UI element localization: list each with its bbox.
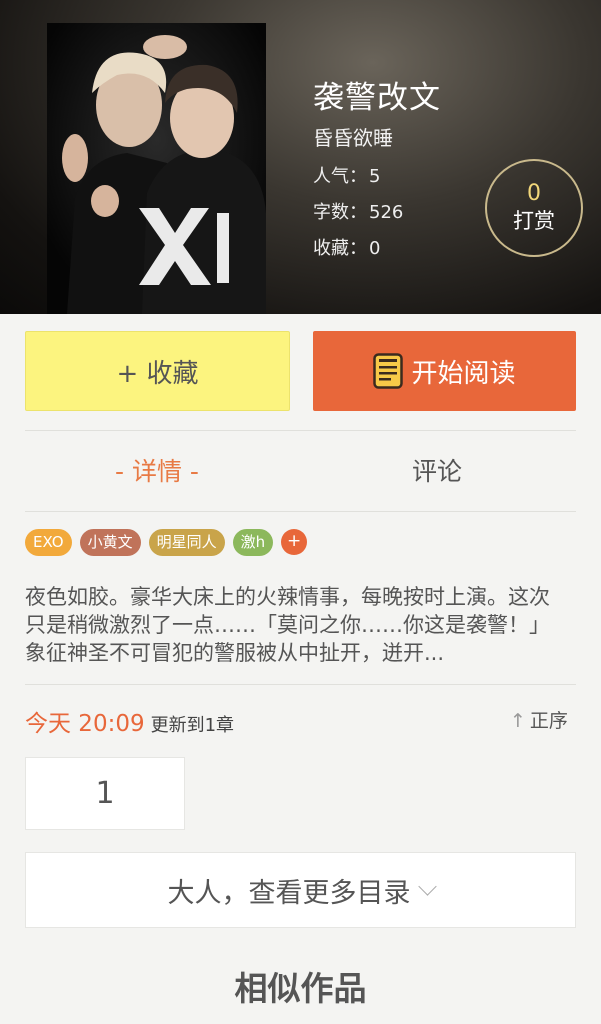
stat-favorites-value: 0 <box>369 238 381 259</box>
book-icon <box>373 353 404 389</box>
tag-mingxing-tongren[interactable]: 明星同人 <box>148 529 225 556</box>
tag-jih[interactable]: 激h <box>232 529 274 556</box>
book-header: 袭警改文 昏昏欲睡 人气： 5 字数： 526 收藏： 0 0 打赏 <box>0 0 601 314</box>
collect-button-label: + 收藏 <box>116 358 199 389</box>
chapter-item[interactable]: 1 <box>25 757 185 830</box>
start-reading-button[interactable]: 开始阅读 <box>313 331 576 411</box>
reward-label: 打赏 <box>513 209 555 233</box>
chevron-down-icon <box>417 876 437 896</box>
add-tag-button[interactable]: + <box>281 529 308 555</box>
divider <box>25 684 576 685</box>
chapter-number: 1 <box>95 776 115 811</box>
sort-order-button[interactable]: ↑ 正序 <box>510 706 568 733</box>
book-description[interactable]: 夜色如胶。豪华大床上的火辣情事，每晚按时上演。这次只是稍微激烈了一点……「莫问之… <box>25 583 565 667</box>
stat-word-count-label: 字数： <box>313 202 367 223</box>
update-info: 今天 20:09 更新到1章 <box>25 704 234 738</box>
stat-word-count-value: 526 <box>369 202 404 223</box>
tab-detail[interactable]: - 详情 - <box>115 452 199 488</box>
update-time: 今天 20:09 <box>25 711 145 737</box>
tab-comment[interactable]: 评论 <box>412 452 462 488</box>
similar-works-title: 相似作品 <box>234 969 367 1008</box>
more-catalog-button[interactable]: 大人，查看更多目录 <box>25 852 576 928</box>
book-author[interactable]: 昏昏欲睡 <box>313 122 393 151</box>
divider <box>25 430 576 431</box>
book-title: 袭警改文 <box>313 80 441 116</box>
tag-xiaohuangwen[interactable]: 小黄文 <box>79 529 141 556</box>
reward-button[interactable]: 0 打赏 <box>485 159 583 257</box>
tag-exo[interactable]: EXO <box>25 529 72 556</box>
stat-popularity: 人气： 5 <box>313 162 380 188</box>
tag-list: EXO 小黄文 明星同人 激h + <box>25 529 308 556</box>
stat-popularity-label: 人气： <box>313 166 367 187</box>
update-text: 更新到1章 <box>150 715 235 736</box>
stat-word-count: 字数： 526 <box>313 198 403 224</box>
collect-button[interactable]: + 收藏 <box>25 331 290 411</box>
stat-favorites-label: 收藏： <box>313 238 367 259</box>
divider <box>25 511 576 512</box>
arrow-up-icon: ↑ <box>510 710 526 732</box>
book-cover-image[interactable] <box>47 23 266 314</box>
sort-order-label: 正序 <box>529 710 568 732</box>
reward-count: 0 <box>527 181 541 206</box>
more-catalog-label: 大人，查看更多目录 <box>167 877 411 909</box>
stat-favorites: 收藏： 0 <box>313 234 380 260</box>
start-reading-label: 开始阅读 <box>411 358 516 389</box>
stat-popularity-value: 5 <box>369 166 381 187</box>
